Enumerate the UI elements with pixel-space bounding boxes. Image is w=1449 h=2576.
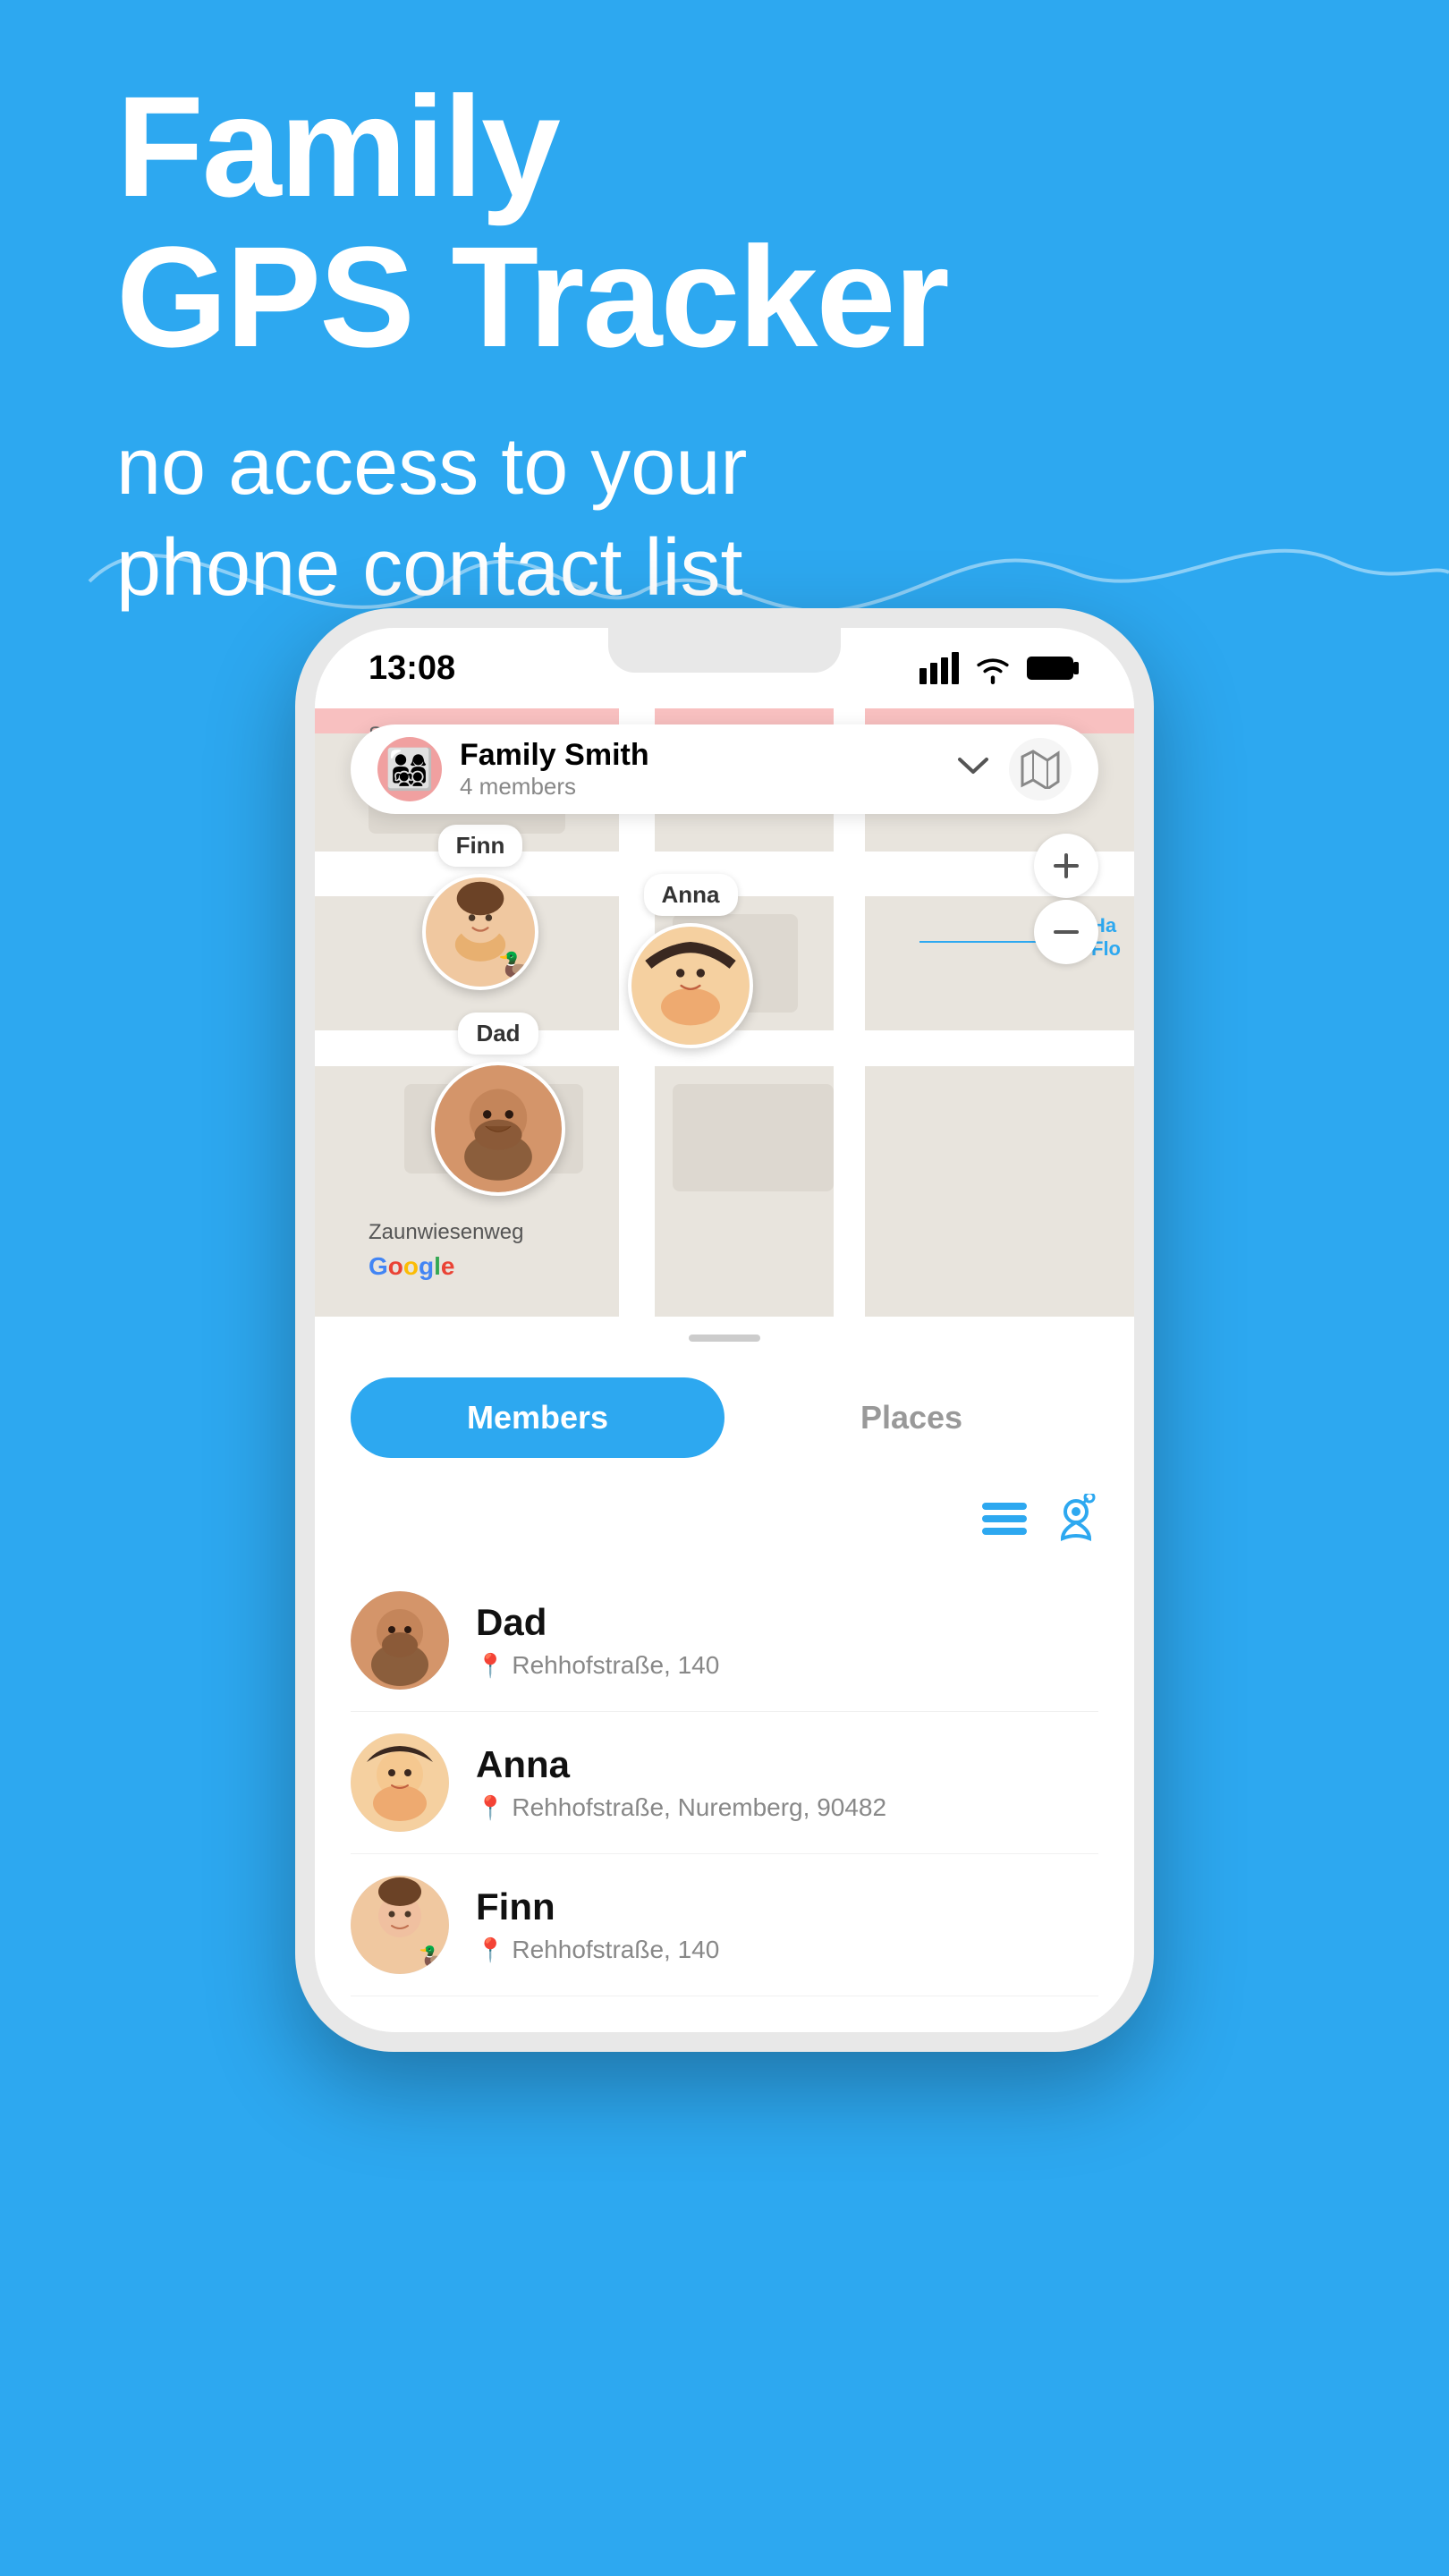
anna-label: Anna bbox=[644, 874, 738, 916]
tab-members[interactable]: Members bbox=[351, 1377, 724, 1458]
family-avatar: 👨‍👩‍👧‍👦 bbox=[377, 737, 442, 801]
zoom-controls bbox=[1034, 834, 1098, 964]
finn-photo: 🦆 bbox=[422, 874, 538, 990]
location-settings-icon[interactable] bbox=[1054, 1494, 1098, 1552]
list-header bbox=[351, 1485, 1098, 1570]
map-section: S-Bahn 👨‍👩‍👧‍👦 Family Smith 4 members bbox=[315, 708, 1134, 1317]
zoom-out-button[interactable] bbox=[1034, 900, 1098, 964]
tab-places[interactable]: Places bbox=[724, 1377, 1098, 1458]
location-pin-icon: 📍 bbox=[476, 1936, 504, 1964]
bottom-tabs: Members Places bbox=[315, 1360, 1134, 1476]
battery-icon bbox=[1027, 653, 1080, 683]
map-block bbox=[673, 1084, 834, 1191]
map-toggle-icon[interactable] bbox=[1009, 738, 1072, 801]
members-section: Dad 📍 Rehhofstraße, 140 bbox=[315, 1476, 1134, 2032]
hero-section: Family GPS Tracker no access to your pho… bbox=[116, 72, 948, 618]
member-name-finn: Finn bbox=[476, 1885, 1098, 1928]
member-row-dad[interactable]: Dad 📍 Rehhofstraße, 140 bbox=[351, 1570, 1098, 1712]
map-marker-anna[interactable]: Anna bbox=[628, 874, 753, 1048]
hero-title-line1: Family bbox=[116, 72, 948, 222]
google-logo: Google bbox=[369, 1252, 454, 1281]
member-name-dad: Dad bbox=[476, 1601, 1098, 1644]
member-row-anna[interactable]: Anna 📍 Rehhofstraße, Nuremberg, 90482 bbox=[351, 1712, 1098, 1854]
member-info-finn: Finn 📍 Rehhofstraße, 140 bbox=[476, 1885, 1098, 1964]
member-location-anna: 📍 Rehhofstraße, Nuremberg, 90482 bbox=[476, 1793, 1098, 1822]
map-street-label: Zaunwiesenweg bbox=[369, 1220, 523, 1245]
member-avatar-finn: 🦆 bbox=[351, 1876, 449, 1974]
family-header-bar[interactable]: 👨‍👩‍👧‍👦 Family Smith 4 members bbox=[351, 724, 1098, 814]
hero-title-line2: GPS Tracker bbox=[116, 222, 948, 372]
hero-subtitle-line1: no access to your bbox=[116, 417, 948, 518]
member-location-finn: 📍 Rehhofstraße, 140 bbox=[476, 1936, 1098, 1964]
member-avatar-anna bbox=[351, 1733, 449, 1832]
signal-icon bbox=[919, 652, 959, 684]
location-pin-icon: 📍 bbox=[476, 1652, 504, 1680]
member-name-anna: Anna bbox=[476, 1743, 1098, 1786]
map-marker-dad[interactable]: Dad bbox=[431, 1013, 565, 1196]
status-bar: 13:08 bbox=[315, 628, 1134, 708]
drag-handle bbox=[689, 1335, 760, 1342]
phone-mockup: 13:08 bbox=[295, 608, 1154, 2052]
member-info-anna: Anna 📍 Rehhofstraße, Nuremberg, 90482 bbox=[476, 1743, 1098, 1822]
member-info-dad: Dad 📍 Rehhofstraße, 140 bbox=[476, 1601, 1098, 1680]
anna-photo bbox=[628, 923, 753, 1048]
phone-notch bbox=[608, 628, 841, 673]
dad-label: Dad bbox=[458, 1013, 538, 1055]
wifi-icon bbox=[973, 652, 1013, 684]
duck-badge: 🦆 bbox=[418, 1945, 449, 1974]
family-info: Family Smith 4 members bbox=[460, 738, 955, 801]
status-icons bbox=[919, 652, 1080, 684]
chevron-down-icon[interactable] bbox=[955, 752, 991, 786]
status-time: 13:08 bbox=[369, 649, 455, 688]
member-avatar-dad bbox=[351, 1591, 449, 1690]
map-marker-finn[interactable]: Finn 🦆 bbox=[422, 825, 538, 990]
duck-emoji: 🦆 bbox=[497, 951, 535, 987]
hero-subtitle-line2: phone contact list bbox=[116, 518, 948, 619]
dad-photo bbox=[431, 1062, 565, 1196]
family-members-count: 4 members bbox=[460, 773, 955, 801]
finn-label: Finn bbox=[438, 825, 523, 867]
zoom-in-button[interactable] bbox=[1034, 834, 1098, 898]
list-view-icon[interactable] bbox=[982, 1501, 1027, 1546]
location-pin-icon: 📍 bbox=[476, 1794, 504, 1822]
family-name: Family Smith bbox=[460, 738, 955, 773]
member-location-dad: 📍 Rehhofstraße, 140 bbox=[476, 1651, 1098, 1680]
member-row-finn[interactable]: 🦆 Finn 📍 Rehhofstraße, 140 bbox=[351, 1854, 1098, 1996]
